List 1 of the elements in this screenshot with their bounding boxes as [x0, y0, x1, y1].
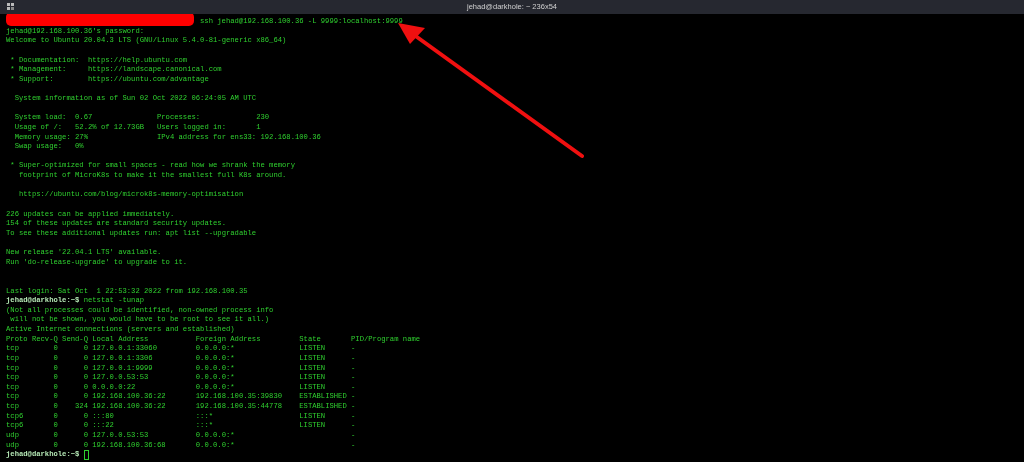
terminal-menu-icon [7, 3, 14, 10]
